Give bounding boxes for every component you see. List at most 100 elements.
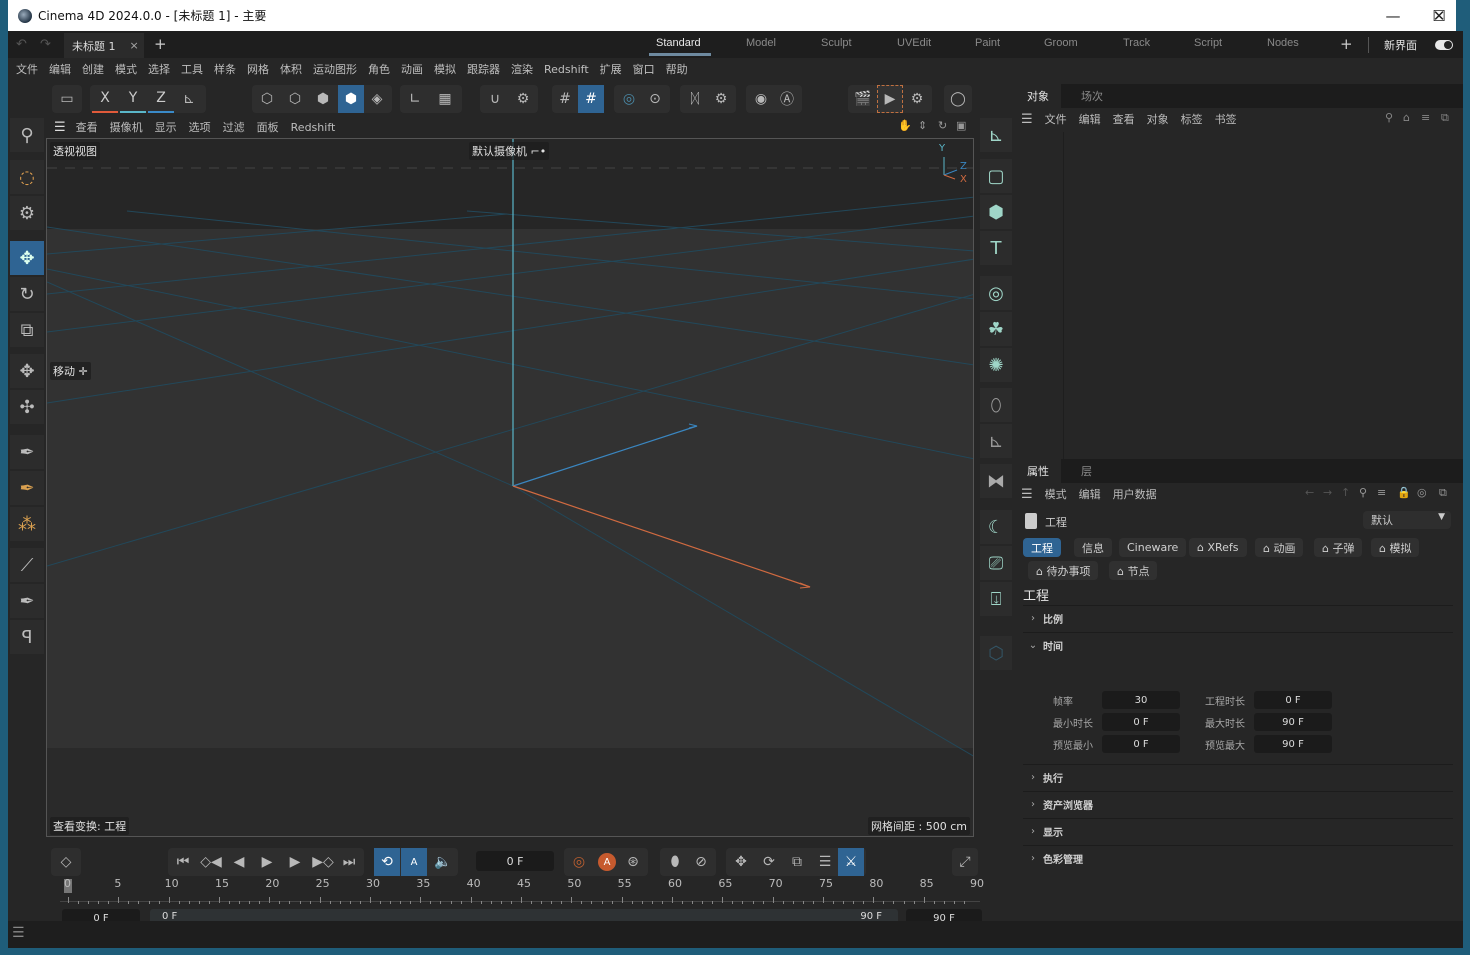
menu-render[interactable]: 渲染 [511, 61, 533, 77]
layout-tab-groom[interactable]: Groom [1044, 37, 1078, 49]
layout-tab-model[interactable]: Model [746, 37, 776, 49]
render-view-icon[interactable]: 🎬 [850, 85, 876, 113]
chip-info[interactable]: 信息 [1074, 538, 1112, 557]
brush-icon[interactable]: ⟋ [10, 548, 44, 582]
new-window-icon[interactable]: ⧉ [1441, 111, 1449, 125]
attr-menu-userdata[interactable]: 用户数据 [1113, 486, 1157, 502]
new-ui-toggle[interactable] [1435, 40, 1453, 50]
pan-view-icon[interactable]: ✋ [898, 119, 912, 132]
key-settings-icon[interactable]: ⊛ [620, 848, 646, 876]
next-key-icon[interactable]: ▶◇ [310, 848, 336, 876]
chip-simulation[interactable]: ⌂ 模拟 [1371, 538, 1420, 557]
add-tab-button[interactable]: + [154, 35, 167, 53]
camera-label[interactable]: 默认摄像机 ⌐• [469, 142, 550, 160]
cloner-icon[interactable]: ☘ [980, 312, 1012, 346]
layout-tab-standard[interactable]: Standard [656, 37, 701, 49]
obj-menu-object[interactable]: 对象 [1147, 111, 1169, 127]
chip-bullet[interactable]: ⌂ 子弹 [1314, 538, 1363, 557]
uv-mode-icon[interactable]: ◈ [364, 85, 390, 113]
layout-tab-paint[interactable]: Paint [975, 37, 1000, 49]
search-icon[interactable]: ⚲ [1359, 486, 1367, 499]
menu-mesh[interactable]: 网格 [247, 61, 269, 77]
auto-keying-button[interactable]: A [401, 848, 427, 876]
forward-icon[interactable]: → [1323, 486, 1332, 499]
go-to-start-icon[interactable]: ⏮ [170, 848, 196, 876]
prev-key-icon[interactable]: ◇◀ [198, 848, 224, 876]
sketch-tool-icon[interactable]: ꟼ [10, 620, 44, 654]
new-window-icon[interactable]: ⧉ [1439, 486, 1447, 500]
tab-objects[interactable]: 对象 [1015, 84, 1061, 108]
lock-z-button[interactable]: Z [148, 85, 174, 113]
rotate-tool-icon[interactable]: ↻ [10, 277, 44, 311]
home-icon[interactable]: ⌂ [1403, 111, 1410, 124]
zoom-view-icon[interactable]: ⇕ [918, 119, 927, 132]
null-object-icon[interactable]: ⊾ [980, 118, 1012, 152]
deformer-icon[interactable]: ⬯ [980, 388, 1012, 422]
live-selection-icon[interactable]: ◌ [10, 160, 44, 194]
menu-redshift[interactable]: Redshift [544, 63, 589, 76]
menu-select[interactable]: 选择 [148, 61, 170, 77]
scene-icon[interactable]: ⧓ [980, 464, 1012, 498]
obj-menu-file[interactable]: 文件 [1045, 111, 1067, 127]
section-time[interactable]: ⌄ 时间 [1023, 632, 1453, 658]
timeline-graph-icon[interactable]: ⤢ [952, 848, 978, 876]
lock-x-button[interactable]: X [92, 85, 118, 113]
workplane-icon[interactable]: ◎ [616, 85, 642, 113]
layout-tab-track[interactable]: Track [1123, 37, 1150, 49]
go-to-end-icon[interactable]: ⏭ [336, 848, 362, 876]
viewport-menu-view[interactable]: 查看 [76, 119, 98, 135]
section-asset-browser[interactable]: › 资产浏览器 [1023, 791, 1453, 817]
menu-spline[interactable]: 样条 [214, 61, 236, 77]
menu-tracker[interactable]: 跟踪器 [467, 61, 500, 77]
attr-panel-hamburger-icon[interactable]: ☰ [1021, 487, 1033, 502]
chip-todo[interactable]: ⌂ 待办事项 [1028, 561, 1099, 580]
section-display[interactable]: › 显示 [1023, 818, 1453, 844]
up-icon[interactable]: ↑ [1341, 486, 1350, 499]
search-icon[interactable]: ⚲ [1385, 111, 1393, 124]
camera-icon[interactable]: ⎚ [980, 546, 1012, 580]
axis-mode-icon[interactable]: ∟ [402, 85, 428, 113]
mograph-pen-icon[interactable]: ⁂ [10, 507, 44, 541]
max-time-field[interactable]: 90 F [1254, 713, 1332, 731]
prev-frame-icon[interactable]: ◀ [226, 848, 252, 876]
search-icon[interactable]: ⚲ [10, 118, 44, 152]
obj-menu-edit[interactable]: 编辑 [1079, 111, 1101, 127]
menu-create[interactable]: 创建 [82, 61, 104, 77]
menu-extensions[interactable]: 扩展 [600, 61, 622, 77]
obj-menu-bookmarks[interactable]: 书签 [1215, 111, 1237, 127]
environment-icon[interactable]: ☾ [980, 510, 1012, 544]
close-tab-icon[interactable]: × [130, 39, 139, 52]
tab-attributes[interactable]: 属性 [1015, 459, 1061, 483]
next-frame-icon[interactable]: ▶ [282, 848, 308, 876]
key-interpolation-icon[interactable]: ⊘ [688, 848, 714, 876]
chip-xrefs[interactable]: ⌂ XRefs [1189, 538, 1247, 557]
magnet-settings-icon[interactable]: ⚙ [510, 85, 536, 113]
target-icon[interactable]: ◎ [1417, 486, 1427, 499]
project-time-field[interactable]: 0 F [1254, 691, 1332, 709]
object-axis-tool-icon[interactable]: ✣ [10, 390, 44, 424]
polygon-pen-icon[interactable]: ✒ [10, 471, 44, 505]
viewport-menu-cameras[interactable]: 摄像机 [110, 119, 143, 135]
keyframe-icon[interactable]: ◇ [53, 848, 79, 876]
points-mode-icon[interactable]: ⬡ [254, 85, 280, 113]
snap-grid-icon[interactable]: # [552, 85, 578, 113]
scale-tool-icon[interactable]: ⧉ [10, 313, 44, 347]
symmetry-settings-icon[interactable]: ⚙ [708, 85, 734, 113]
generator-icon[interactable]: ◎ [980, 276, 1012, 310]
model-mode-icon[interactable]: ⬢ [338, 85, 364, 113]
layout-tab-sculpt[interactable]: Sculpt [821, 37, 852, 49]
knife-pen-icon[interactable]: ✒ [10, 584, 44, 618]
viewport-menu-display[interactable]: 显示 [155, 119, 177, 135]
symmetry-icon[interactable]: ᛞ [682, 85, 708, 113]
menu-tools[interactable]: 工具 [181, 61, 203, 77]
parameter-track-icon[interactable]: ☰ [812, 848, 838, 876]
back-icon[interactable]: ← [1305, 486, 1314, 499]
magnet-icon[interactable]: ∪ [482, 85, 508, 113]
chip-cineware[interactable]: Cineware [1119, 538, 1187, 557]
viewport-menu-filter[interactable]: 过滤 [223, 119, 245, 135]
light-icon[interactable]: ⍗ [980, 582, 1012, 616]
scale-track-icon[interactable]: ⧉ [784, 848, 810, 876]
menu-animate[interactable]: 动画 [401, 61, 423, 77]
status-menu-icon[interactable]: ☰ [12, 925, 25, 941]
section-execution[interactable]: › 执行 [1023, 764, 1453, 790]
